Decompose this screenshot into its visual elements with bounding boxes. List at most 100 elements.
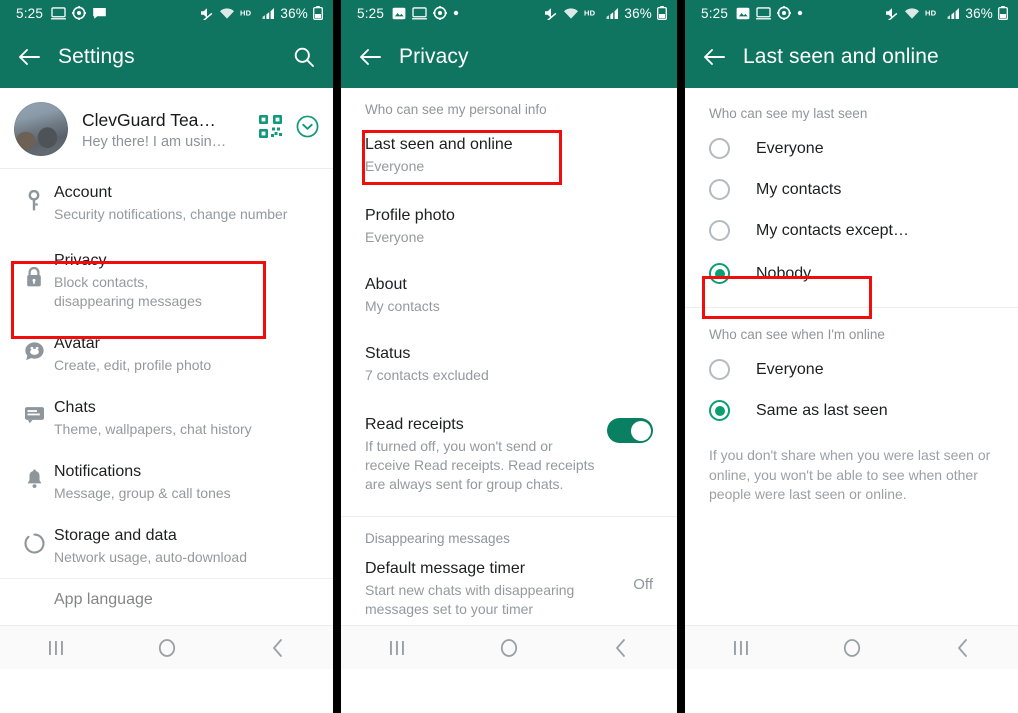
svg-text:HD: HD [240, 9, 252, 18]
mute-icon [543, 6, 558, 20]
settings-item-account[interactable]: Account Security notifications, change n… [0, 171, 333, 235]
status-time: 5:25 [16, 5, 44, 21]
android-nav-bar [0, 625, 333, 669]
settings-item-storage-and-data[interactable]: Storage and data Network usage, auto-dow… [0, 514, 333, 578]
read-receipts-toggle[interactable] [607, 418, 653, 443]
radio-option-my-contacts-except-lastseen[interactable]: My contacts except… [685, 209, 1018, 250]
radio-icon-selected[interactable] [709, 400, 730, 421]
recents-button[interactable] [712, 628, 770, 668]
panel-last-seen-and-online: 5:25 HD 36% Last seen and online Who can… [685, 0, 1018, 713]
page-title: Last seen and online [743, 45, 939, 68]
radio-icon[interactable] [709, 220, 730, 241]
panel-settings: 5:25 HD 36% Settings ClevGuard Tea… Hey … [0, 0, 333, 713]
radio-label: My contacts except… [756, 221, 909, 239]
back-arrow-icon[interactable] [355, 42, 385, 72]
chats-icon [14, 397, 54, 424]
hd-icon: HD [240, 8, 256, 18]
home-button[interactable] [138, 628, 196, 668]
avatar[interactable] [14, 102, 68, 156]
storage-icon [14, 525, 54, 554]
back-arrow-icon[interactable] [14, 42, 44, 72]
back-button[interactable] [249, 628, 307, 668]
settings-item-title: Chats [54, 399, 96, 416]
back-button[interactable] [934, 628, 992, 668]
settings-item-title: Notifications [54, 463, 142, 480]
recents-button[interactable] [368, 628, 426, 668]
chat-bubble-icon [92, 7, 107, 20]
group-divider [685, 307, 1018, 308]
panel-divider-1 [333, 0, 341, 713]
hd-icon: HD [584, 8, 600, 18]
settings-item-privacy[interactable]: Privacy Block contacts, disappearing mes… [0, 235, 333, 322]
back-button[interactable] [592, 628, 650, 668]
home-button[interactable] [480, 628, 538, 668]
radio-option-everyone-lastseen[interactable]: Everyone [685, 127, 1018, 168]
radio-label: Everyone [756, 139, 824, 157]
picture-icon [736, 7, 750, 20]
screen-icon [756, 6, 772, 20]
key-icon [14, 182, 54, 212]
back-arrow-icon[interactable] [699, 42, 729, 72]
privacy-item-value: Everyone [365, 158, 425, 174]
section-label-personal-info: Who can see my personal info [365, 102, 547, 117]
settings-item-chats[interactable]: Chats Theme, wallpapers, chat history [0, 386, 333, 450]
privacy-item-value: 7 contacts excluded [365, 367, 489, 383]
radio-icon[interactable] [709, 179, 730, 200]
chevron-down-circle-icon[interactable] [296, 115, 319, 143]
page-title: Privacy [399, 45, 469, 68]
radio-icon[interactable] [709, 359, 730, 380]
gear-icon [777, 6, 792, 20]
section-label-last-seen: Who can see my last seen [709, 106, 868, 121]
radio-option-my-contacts-lastseen[interactable]: My contacts [685, 168, 1018, 209]
hd-icon: HD [925, 8, 941, 18]
wifi-icon [904, 7, 920, 20]
privacy-item-read-receipts[interactable]: Read receipts If turned off, you won't s… [341, 395, 677, 504]
settings-item-title: Account [54, 184, 112, 201]
settings-body: ClevGuard Tea… Hey there! I am usin… Acc… [0, 88, 333, 669]
avatar-icon [14, 333, 54, 362]
dot-icon [797, 10, 803, 16]
privacy-item-profile-photo[interactable]: Profile photo Everyone [341, 189, 677, 257]
settings-list: Account Security notifications, change n… [0, 169, 333, 621]
profile-row[interactable]: ClevGuard Tea… Hey there! I am usin… [0, 88, 333, 169]
radio-label: Same as last seen [756, 401, 888, 419]
privacy-item-title: About [365, 276, 407, 293]
search-icon[interactable] [289, 42, 319, 72]
battery-icon [657, 6, 667, 20]
settings-item-subtitle: Network usage, auto-download [54, 549, 248, 565]
settings-item-app-language[interactable]: App language [0, 578, 333, 621]
section-label-disappearing-messages: Disappearing messages [365, 531, 510, 546]
settings-item-title: Privacy [54, 252, 107, 269]
home-button[interactable] [823, 628, 881, 668]
svg-text:HD: HD [584, 9, 596, 18]
panel-divider-2 [677, 0, 685, 713]
settings-item-avatar[interactable]: Avatar Create, edit, profile photo [0, 322, 333, 386]
settings-item-notifications[interactable]: Notifications Message, group & call tone… [0, 450, 333, 514]
wifi-icon [219, 7, 235, 20]
privacy-item-title: Last seen and online [365, 136, 513, 153]
footer-note: If you don't share when you were last se… [709, 447, 991, 502]
radio-icon[interactable] [709, 138, 730, 159]
battery-percentage: 36% [965, 5, 993, 21]
qr-code-icon[interactable] [259, 115, 282, 143]
privacy-item-last-seen-and-online[interactable]: Last seen and online Everyone [341, 123, 677, 189]
lock-icon [14, 250, 54, 288]
recents-button[interactable] [27, 628, 85, 668]
signal-icon [605, 7, 619, 20]
privacy-item-default-message-timer[interactable]: Default message timer Start new chats wi… [341, 552, 677, 629]
status-time: 5:25 [357, 5, 385, 21]
privacy-item-about[interactable]: About My contacts [341, 257, 677, 326]
radio-option-same-as-last-seen[interactable]: Same as last seen [685, 389, 1018, 430]
page-title: Settings [58, 45, 135, 68]
panel-privacy: 5:25 HD 36% Privacy Who can see my perso… [341, 0, 677, 713]
privacy-item-value: Everyone [365, 229, 425, 245]
timer-title: Default message timer [365, 560, 526, 577]
radio-icon-selected[interactable] [709, 263, 730, 284]
radio-option-everyone-online[interactable]: Everyone [685, 348, 1018, 389]
screen-icon [412, 6, 428, 20]
bell-icon [14, 461, 54, 491]
privacy-item-status[interactable]: Status 7 contacts excluded [341, 326, 677, 395]
app-bar-last-seen: Last seen and online [685, 26, 1018, 88]
settings-item-subtitle: Message, group & call tones [54, 485, 231, 501]
radio-option-nobody-lastseen[interactable]: Nobody [685, 250, 1018, 297]
